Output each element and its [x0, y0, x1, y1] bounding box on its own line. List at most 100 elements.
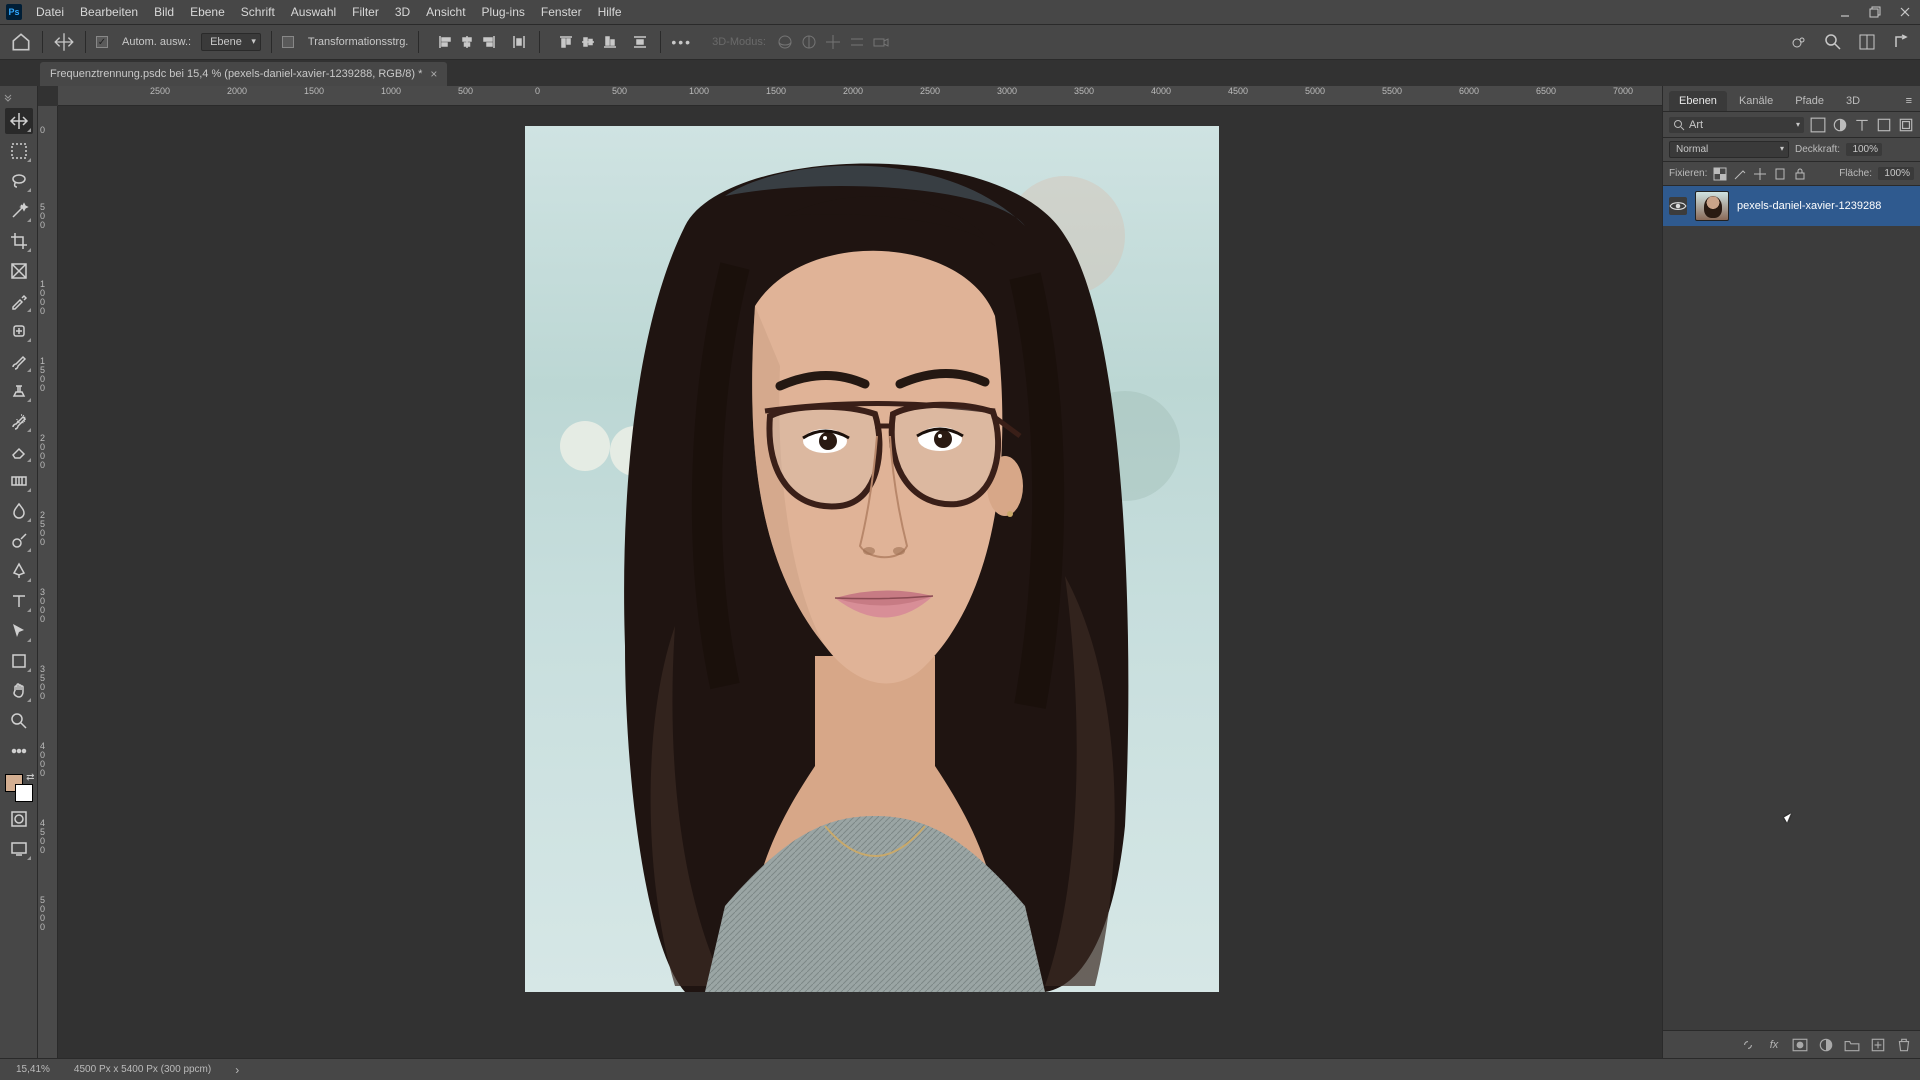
- filter-pixel-icon[interactable]: [1810, 117, 1826, 133]
- close-tab-icon[interactable]: ×: [430, 67, 437, 81]
- tab-channels[interactable]: Kanäle: [1729, 91, 1783, 111]
- new-layer-icon[interactable]: [1870, 1037, 1886, 1053]
- screen-mode-button[interactable]: [5, 836, 33, 862]
- eyedropper-tool[interactable]: [5, 288, 33, 314]
- align-right-button[interactable]: [479, 32, 499, 52]
- filter-shape-icon[interactable]: [1876, 117, 1892, 133]
- lock-artboard-icon[interactable]: [1773, 167, 1787, 181]
- window-restore-button[interactable]: [1860, 0, 1890, 24]
- lock-all-icon[interactable]: [1793, 167, 1807, 181]
- menu-layer[interactable]: Ebene: [182, 0, 233, 24]
- background-color[interactable]: [15, 784, 33, 802]
- fill-value[interactable]: 100%: [1878, 167, 1914, 180]
- align-bottom-button[interactable]: [600, 32, 620, 52]
- window-close-button[interactable]: [1890, 0, 1920, 24]
- move-tool[interactable]: [5, 108, 33, 134]
- search-button[interactable]: [1824, 33, 1842, 51]
- auto-select-target-dropdown[interactable]: Ebene: [201, 33, 261, 51]
- menu-plugins[interactable]: Plug-ins: [474, 0, 533, 24]
- gradient-tool[interactable]: [5, 468, 33, 494]
- document-tab[interactable]: Frequenztrennung.psdc bei 15,4 % (pexels…: [40, 62, 447, 86]
- align-center-v-button[interactable]: [578, 32, 598, 52]
- window-minimize-button[interactable]: [1830, 0, 1860, 24]
- link-layers-icon[interactable]: [1740, 1037, 1756, 1053]
- 3d-camera-icon[interactable]: [872, 33, 890, 51]
- menu-window[interactable]: Fenster: [533, 0, 590, 24]
- lock-position-icon[interactable]: [1753, 167, 1767, 181]
- 3d-pan-icon[interactable]: [824, 33, 842, 51]
- adjustment-layer-icon[interactable]: [1818, 1037, 1834, 1053]
- layer-visibility-toggle[interactable]: [1669, 197, 1687, 215]
- eraser-tool[interactable]: [5, 438, 33, 464]
- ruler-vertical[interactable]: 05 0 01 0 0 01 5 0 02 0 0 02 5 0 03 0 0 …: [38, 106, 58, 1058]
- dodge-tool[interactable]: [5, 528, 33, 554]
- tab-layers[interactable]: Ebenen: [1669, 91, 1727, 111]
- status-info-chevron-icon[interactable]: ›: [235, 1063, 239, 1077]
- quick-mask-button[interactable]: [5, 806, 33, 832]
- opacity-value[interactable]: 100%: [1846, 143, 1882, 156]
- menu-filter[interactable]: Filter: [344, 0, 387, 24]
- status-zoom[interactable]: 15,41%: [16, 1064, 50, 1075]
- lasso-tool[interactable]: [5, 168, 33, 194]
- filter-adjustment-icon[interactable]: [1832, 117, 1848, 133]
- menu-select[interactable]: Auswahl: [283, 0, 344, 24]
- menu-image[interactable]: Bild: [146, 0, 182, 24]
- color-swatches[interactable]: ⇄: [5, 774, 33, 802]
- marquee-tool[interactable]: [5, 138, 33, 164]
- blend-mode-dropdown[interactable]: Normal: [1669, 141, 1789, 158]
- lock-pixels-icon[interactable]: [1733, 167, 1747, 181]
- cloud-docs-button[interactable]: [1790, 33, 1808, 51]
- distribute-v-button[interactable]: [630, 32, 650, 52]
- history-brush-tool[interactable]: [5, 408, 33, 434]
- crop-tool[interactable]: [5, 228, 33, 254]
- tab-3d[interactable]: 3D: [1836, 91, 1870, 111]
- 3d-orbit-icon[interactable]: [776, 33, 794, 51]
- canvas[interactable]: [58, 106, 1662, 1058]
- shape-tool[interactable]: [5, 648, 33, 674]
- layer-mask-icon[interactable]: [1792, 1037, 1808, 1053]
- layer-fx-icon[interactable]: fx: [1766, 1037, 1782, 1053]
- filter-type-icon[interactable]: [1854, 117, 1870, 133]
- layer-filter-dropdown[interactable]: Art: [1669, 117, 1804, 133]
- lock-transparency-icon[interactable]: [1713, 167, 1727, 181]
- filter-smart-icon[interactable]: [1898, 117, 1914, 133]
- align-center-h-button[interactable]: [457, 32, 477, 52]
- ruler-horizontal[interactable]: 2500200015001000500050010001500200025003…: [58, 86, 1662, 106]
- clone-stamp-tool[interactable]: [5, 378, 33, 404]
- pen-tool[interactable]: [5, 558, 33, 584]
- frame-tool[interactable]: [5, 258, 33, 284]
- arrange-documents-button[interactable]: [1858, 33, 1876, 51]
- edit-toolbar-button[interactable]: [5, 738, 33, 764]
- zoom-tool[interactable]: [5, 708, 33, 734]
- share-button[interactable]: [1892, 33, 1910, 51]
- expand-toolbar-icon[interactable]: [4, 92, 14, 102]
- layer-thumbnail[interactable]: [1695, 191, 1729, 221]
- auto-select-checkbox[interactable]: [96, 36, 108, 48]
- distribute-h-button[interactable]: [509, 32, 529, 52]
- 3d-roll-icon[interactable]: [800, 33, 818, 51]
- status-doc-info[interactable]: 4500 Px x 5400 Px (300 ppcm): [74, 1064, 211, 1075]
- layer-name[interactable]: pexels-daniel-xavier-1239288: [1737, 200, 1881, 212]
- align-top-button[interactable]: [556, 32, 576, 52]
- menu-3d[interactable]: 3D: [387, 0, 418, 24]
- layer-row[interactable]: pexels-daniel-xavier-1239288: [1663, 186, 1920, 226]
- blur-tool[interactable]: [5, 498, 33, 524]
- brush-tool[interactable]: [5, 348, 33, 374]
- menu-edit[interactable]: Bearbeiten: [72, 0, 146, 24]
- healing-brush-tool[interactable]: [5, 318, 33, 344]
- path-selection-tool[interactable]: [5, 618, 33, 644]
- tab-paths[interactable]: Pfade: [1785, 91, 1834, 111]
- align-left-button[interactable]: [435, 32, 455, 52]
- layer-list[interactable]: pexels-daniel-xavier-1239288: [1663, 186, 1920, 1030]
- menu-file[interactable]: Datei: [28, 0, 72, 24]
- type-tool[interactable]: [5, 588, 33, 614]
- panel-menu-button[interactable]: ≡: [1898, 91, 1920, 111]
- menu-view[interactable]: Ansicht: [418, 0, 473, 24]
- swap-colors-icon[interactable]: ⇄: [26, 772, 34, 783]
- tool-preset-picker[interactable]: [53, 31, 75, 53]
- new-group-icon[interactable]: [1844, 1037, 1860, 1053]
- menu-type[interactable]: Schrift: [233, 0, 283, 24]
- more-align-options-button[interactable]: •••: [671, 34, 692, 50]
- home-button[interactable]: [10, 31, 32, 53]
- show-transform-checkbox[interactable]: [282, 36, 294, 48]
